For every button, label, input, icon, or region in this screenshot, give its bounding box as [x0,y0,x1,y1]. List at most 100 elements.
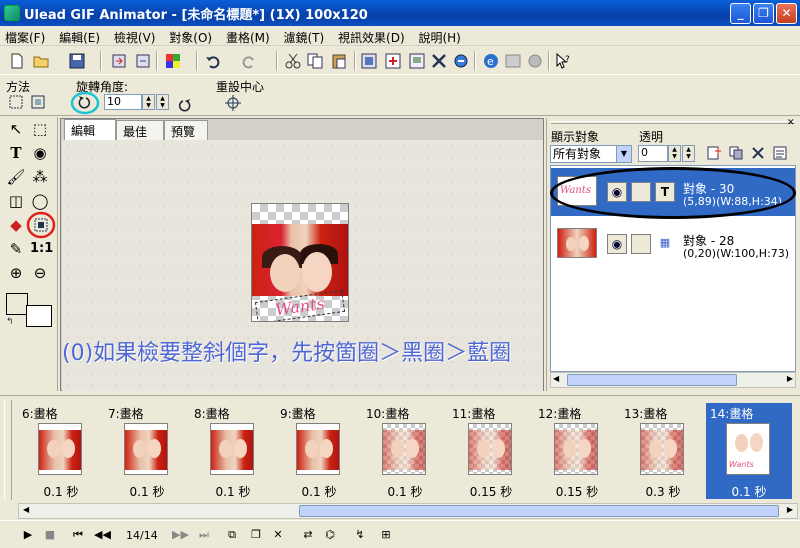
optimize-wizard-icon[interactable] [526,52,544,70]
play-icon[interactable]: ▶ [20,527,36,543]
rotate-right-button[interactable] [176,94,194,112]
import-icon[interactable] [110,52,128,70]
open-folder-icon[interactable] [32,52,50,70]
next-frame-icon[interactable]: ▶▶ [172,527,189,543]
frame-panel-grip[interactable] [4,400,12,500]
add-frame-icon[interactable] [360,52,378,70]
object-properties-icon[interactable] [772,145,788,161]
frame-delay[interactable]: 0.3 秒 [620,483,706,500]
frame-cell[interactable]: 11:畫格 0.15 秒 [448,403,534,499]
rotate-angle-spinner-2[interactable]: ▲ ▼ [156,94,169,110]
tab-optimize[interactable]: 最佳化 [116,120,164,156]
minimize-button[interactable]: _ [730,3,751,24]
menu-frame[interactable]: 畫格(M) [221,26,275,46]
eraser-tool-icon[interactable]: ◫ [6,191,26,211]
new-object-icon[interactable] [706,145,722,161]
scrollbar-thumb[interactable] [567,374,737,386]
scroll-left-icon[interactable]: ◀ [23,505,29,514]
frame-cell[interactable]: 12:畫格 0.15 秒 [534,403,620,499]
frame-cell[interactable]: 10:畫格 0.1 秒 [362,403,448,499]
frame-properties-icon[interactable]: ⊞ [378,527,394,543]
scroll-right-icon[interactable]: ▶ [787,374,793,383]
magic-wand-tool-icon[interactable]: ⁂ [30,167,50,187]
scroll-left-icon[interactable]: ◀ [553,374,559,383]
frame-properties-icon[interactable] [408,52,426,70]
frame-cell[interactable]: 6:畫格 0.1 秒 [18,403,104,499]
optimize-icon[interactable] [504,52,522,70]
duplicate-frame-icon[interactable]: ❐ [248,527,264,543]
frame-delay[interactable]: 0.1 秒 [276,483,362,500]
free-rotate-icon[interactable] [8,94,24,110]
frame-cell[interactable]: 13:畫格 0.3 秒 [620,403,706,499]
lasso-tool-icon[interactable]: ◉ [30,143,50,163]
rotate-angle-input[interactable]: 10 [104,94,142,110]
frame-strip-scrollbar[interactable]: ◀ ▶ [18,503,798,519]
frame-delay[interactable]: 0.15 秒 [534,483,620,500]
menu-help[interactable]: 說明(H) [413,26,465,46]
ellipse-select-tool-icon[interactable]: ◯ [30,191,50,211]
object-list-scrollbar[interactable]: ◀ ▶ [550,372,796,388]
stop-icon[interactable]: ■ [42,527,58,543]
frame-delay[interactable]: 0.1 秒 [362,483,448,500]
scrollbar-thumb[interactable] [299,505,779,517]
frame-cell[interactable]: 7:畫格 0.1 秒 [104,403,190,499]
paint-bucket-tool-icon[interactable]: ◆ [6,215,26,235]
frame-delay[interactable]: 0.15 秒 [448,483,534,500]
frame-cell[interactable]: 14:畫格 Wants 0.1 秒 [706,403,792,499]
frame-delay[interactable]: 0.1 秒 [706,483,792,500]
image-canvas[interactable]: Wants [251,203,349,322]
first-frame-icon[interactable]: ⏮ [70,527,86,543]
foreground-color-swatch[interactable] [6,293,28,315]
menu-edit[interactable]: 編輯(E) [54,26,105,46]
eyedropper-tool-icon[interactable]: ✎ [6,239,26,259]
frame-delay[interactable]: 0.1 秒 [18,483,104,500]
menu-filter[interactable]: 濾鏡(T) [278,26,329,46]
select-color-icon[interactable] [164,52,182,70]
menu-object[interactable]: 對象(O) [164,26,217,46]
tween-icon[interactable]: ⇄ [300,527,316,543]
save-icon[interactable] [68,52,86,70]
tab-edit[interactable]: 編輯 [64,119,116,141]
frame-cell[interactable]: 9:畫格 0.1 秒 [276,403,362,499]
undo-icon[interactable] [204,52,222,70]
object-row[interactable]: ◉ ▦ 對象 - 28 (0,20)(W:100,H:73) [551,220,795,268]
close-button[interactable]: ✕ [776,3,797,24]
swap-colors-icon[interactable]: ↰ [6,317,14,327]
scroll-right-icon[interactable]: ▶ [787,505,793,514]
frame-delay[interactable]: 0.1 秒 [104,483,190,500]
lock-toggle[interactable] [631,234,651,254]
context-help-icon[interactable]: ? [554,52,572,70]
duplicate-object-icon[interactable] [728,145,744,161]
frame-delay[interactable]: 0.1 秒 [190,483,276,500]
menu-file[interactable]: 檔案(F) [0,26,50,46]
menu-view[interactable]: 檢視(V) [109,26,161,46]
show-objects-select[interactable]: 所有對象 ▼ [550,145,632,163]
text-tool-icon[interactable]: T [6,143,26,163]
new-file-icon[interactable] [8,52,26,70]
zoom-out-icon[interactable]: ⊖ [30,263,50,283]
opacity-spinner-2[interactable]: ▲ ▼ [682,145,695,162]
reset-center-crosshair-icon[interactable] [224,94,242,112]
tab-preview[interactable]: 預覽 [164,120,208,140]
opacity-input[interactable]: 0 [638,145,668,162]
rotate-left-button[interactable] [70,91,100,115]
paintbrush-tool-icon[interactable]: 🖌 [6,167,26,187]
export-icon[interactable] [134,52,152,70]
panel-close-icon[interactable]: ✕ [787,118,795,128]
paste-icon[interactable] [330,52,348,70]
frame-cell[interactable]: 8:畫格 0.1 秒 [190,403,276,499]
reverse-frames-icon[interactable]: ↯ [352,527,368,543]
copy-icon[interactable] [306,52,324,70]
delete-frame-icon[interactable]: ✕ [270,527,286,543]
restore-button[interactable]: ❐ [753,3,774,24]
menu-video-effects[interactable]: 視訊效果(D) [333,26,410,46]
marquee-tool-icon[interactable]: ⬚ [30,119,50,139]
background-color-swatch[interactable] [26,305,52,327]
opacity-spinner[interactable]: ▲ ▼ [668,145,681,162]
delete-object-icon[interactable] [750,145,766,161]
delete-frame-icon[interactable] [430,52,448,70]
redo-icon[interactable] [240,52,258,70]
last-frame-icon[interactable]: ⏭ [196,527,212,543]
browser-preview-icon[interactable]: e [482,52,500,70]
add-frame-icon[interactable]: ⧉ [224,527,240,543]
